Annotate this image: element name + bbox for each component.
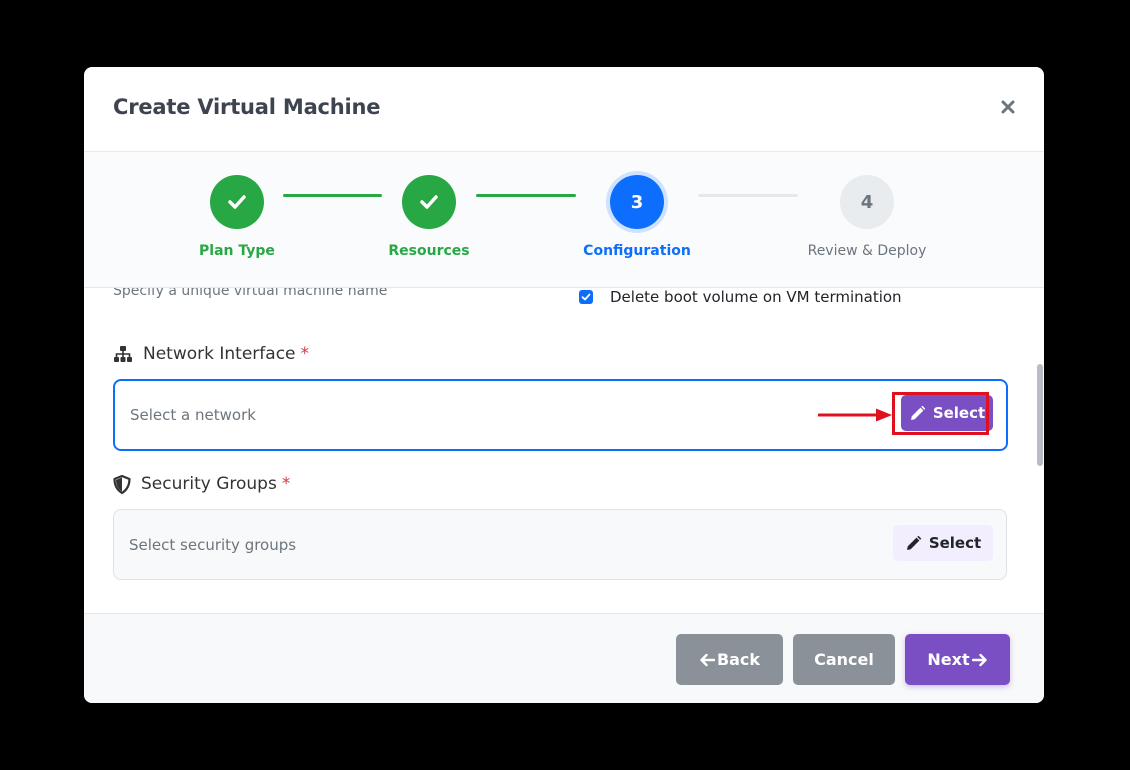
arrow-right-icon bbox=[971, 653, 988, 667]
arrow-left-icon bbox=[699, 653, 715, 667]
step-2-label: Resources bbox=[388, 243, 470, 259]
select-security-groups-button[interactable]: Select bbox=[893, 525, 993, 561]
back-button[interactable]: Back bbox=[676, 634, 783, 685]
annotation-highlight-box bbox=[892, 392, 989, 435]
cancel-label: Cancel bbox=[814, 650, 874, 669]
wizard-stepper: Plan Type Resources 3 Configuration 4 Re… bbox=[84, 152, 1044, 288]
step-review-deploy[interactable]: 4 Review & Deploy bbox=[787, 175, 947, 259]
back-label: Back bbox=[716, 650, 761, 669]
modal-header: Create Virtual Machine bbox=[84, 67, 1044, 152]
delete-boot-volume-checkbox[interactable] bbox=[579, 290, 593, 304]
modal-title: Create Virtual Machine bbox=[113, 95, 381, 119]
vm-name-hint: Specify a unique virtual machine name bbox=[113, 288, 388, 299]
shield-icon bbox=[113, 474, 131, 494]
step-3-label: Configuration bbox=[583, 243, 691, 259]
modal-footer: Back Cancel Next bbox=[84, 613, 1044, 703]
cancel-button[interactable]: Cancel bbox=[793, 634, 895, 685]
next-label: Next bbox=[927, 650, 970, 669]
pencil-icon bbox=[905, 535, 922, 552]
delete-boot-volume-row[interactable]: Delete boot volume on VM termination bbox=[579, 288, 902, 306]
content-scrollbar[interactable] bbox=[1037, 364, 1043, 466]
delete-boot-volume-label: Delete boot volume on VM termination bbox=[610, 288, 902, 306]
security-groups-text: Security Groups bbox=[141, 474, 277, 494]
security-groups-select-field[interactable]: Select security groups Select bbox=[113, 509, 1007, 580]
step-1-label: Plan Type bbox=[199, 243, 275, 259]
annotation-arrow-icon bbox=[817, 407, 894, 427]
security-groups-placeholder: Select security groups bbox=[129, 536, 297, 554]
network-interface-text: Network Interface bbox=[143, 344, 296, 364]
close-icon[interactable] bbox=[998, 97, 1018, 117]
step-1-check-icon bbox=[210, 175, 264, 229]
security-groups-label: Security Groups * bbox=[113, 474, 290, 494]
sitemap-icon bbox=[113, 345, 133, 363]
form-content[interactable]: Specify a unique virtual machine name De… bbox=[84, 288, 1044, 612]
next-button[interactable]: Next bbox=[905, 634, 1010, 685]
step-4-label: Review & Deploy bbox=[807, 243, 927, 259]
network-placeholder: Select a network bbox=[130, 406, 256, 424]
step-2-check-icon bbox=[402, 175, 456, 229]
step-4-number: 4 bbox=[840, 175, 894, 229]
create-vm-modal: Create Virtual Machine Plan Type Resourc… bbox=[84, 67, 1044, 703]
step-3-number: 3 bbox=[610, 175, 664, 229]
network-interface-label: Network Interface * bbox=[113, 344, 309, 364]
step-plan-type[interactable]: Plan Type bbox=[157, 175, 317, 259]
step-resources[interactable]: Resources bbox=[349, 175, 509, 259]
required-marker: * bbox=[281, 474, 291, 494]
select-security-groups-label: Select bbox=[928, 534, 982, 552]
step-configuration[interactable]: 3 Configuration bbox=[557, 175, 717, 259]
required-marker: * bbox=[300, 344, 310, 364]
